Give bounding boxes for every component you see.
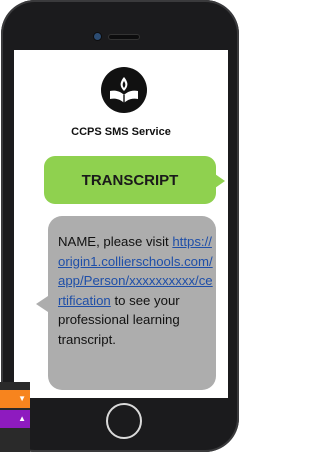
incoming-message-bubble: NAME, please visit https://origin1.colli… xyxy=(36,216,216,390)
front-camera xyxy=(94,33,101,40)
open-book-flame-logo-icon xyxy=(110,77,138,103)
side-menu-row-purple[interactable]: ▲ xyxy=(0,410,30,428)
incoming-message-text: NAME, please visit https://origin1.colli… xyxy=(58,232,214,349)
message-prefix: NAME, please visit xyxy=(58,234,173,249)
service-name: CCPS SMS Service xyxy=(71,126,171,138)
outgoing-message-text: TRANSCRIPT xyxy=(81,171,179,189)
outgoing-message-bubble: TRANSCRIPT xyxy=(44,156,225,204)
side-menu-overlay: ▼ ▲ xyxy=(0,382,30,452)
home-button[interactable] xyxy=(106,403,142,439)
earpiece-speaker xyxy=(109,35,139,39)
phone-screen: CCPS SMS Service TRANSCRIPT NAME, please… xyxy=(14,50,228,398)
school-logo xyxy=(101,67,147,113)
phone-frame: CCPS SMS Service TRANSCRIPT NAME, please… xyxy=(1,0,239,452)
caret-up-icon: ▲ xyxy=(18,414,26,423)
side-menu-row-orange[interactable]: ▼ xyxy=(0,390,30,408)
side-menu-row-dark[interactable] xyxy=(0,430,30,448)
caret-down-icon: ▼ xyxy=(18,394,26,403)
